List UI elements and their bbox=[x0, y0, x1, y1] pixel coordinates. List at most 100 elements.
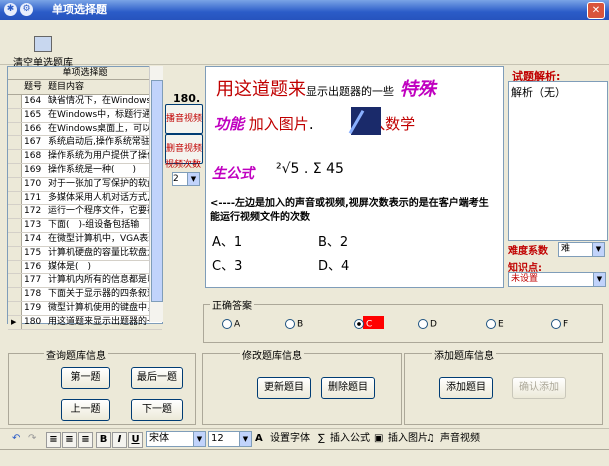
row-selector[interactable] bbox=[8, 191, 22, 205]
image-icon[interactable]: ▣ bbox=[374, 432, 383, 446]
answer-radio-f[interactable]: F bbox=[551, 319, 568, 330]
table-row[interactable]: 179 微型计算机使用的键盘中， bbox=[8, 301, 162, 316]
table-row[interactable]: 170 对于一张加了写保护的软盘 bbox=[8, 177, 162, 192]
insert-image-button[interactable]: 插入图片 bbox=[388, 432, 428, 446]
inserted-image bbox=[351, 107, 381, 135]
radio-circle[interactable] bbox=[486, 319, 496, 329]
row-selector[interactable] bbox=[8, 95, 22, 108]
row-selector[interactable] bbox=[8, 260, 22, 274]
table-row[interactable]: 165 在Windows中，标题行通 bbox=[8, 108, 162, 123]
play-audio-video-button[interactable]: 播音视频 bbox=[165, 104, 203, 134]
previous-question-button[interactable]: 上一题 bbox=[61, 399, 110, 421]
row-selector[interactable] bbox=[8, 150, 22, 163]
insert-formula-button[interactable]: 插入公式 bbox=[330, 432, 370, 446]
table-row[interactable]: 173 下面( )-组设备包括输 bbox=[8, 219, 162, 233]
italic-icon[interactable]: I bbox=[112, 432, 127, 448]
next-question-button[interactable]: 下一题 bbox=[131, 399, 183, 421]
row-selector[interactable] bbox=[8, 205, 22, 219]
radio-circle[interactable] bbox=[551, 319, 561, 329]
difficulty-select[interactable]: 难 ▼ bbox=[558, 242, 605, 257]
system-menu-icon[interactable]: ⚙ bbox=[20, 3, 33, 16]
row-selector[interactable] bbox=[8, 108, 22, 122]
column-header-id[interactable]: 题号 bbox=[24, 80, 42, 94]
row-selector[interactable] bbox=[8, 136, 22, 150]
video-times-select[interactable]: 2 ▼ bbox=[172, 172, 200, 186]
font-icon[interactable]: A bbox=[255, 432, 263, 446]
math-formula: ²√5 . Σ 45 bbox=[276, 161, 344, 177]
row-selector[interactable] bbox=[8, 122, 22, 136]
add-question-button[interactable]: 添加题目 bbox=[439, 377, 493, 399]
row-content: 在微型计算机中，VGA表示 bbox=[48, 233, 154, 244]
row-content: 在Windows中，标题行通 bbox=[48, 109, 152, 120]
row-selector[interactable] bbox=[8, 301, 22, 315]
table-row[interactable]: 176 媒体是( ) bbox=[8, 260, 162, 275]
scrollbar-thumb[interactable] bbox=[151, 80, 163, 302]
formula-icon[interactable]: ∑ bbox=[318, 432, 325, 446]
underline-icon[interactable]: U bbox=[128, 432, 143, 448]
analysis-textbox[interactable]: 解析（无） bbox=[508, 81, 608, 241]
chevron-down-icon[interactable]: ▼ bbox=[193, 432, 205, 446]
question-grid[interactable]: 单项选择题 题号 题目内容 164 缺省情况下，在Windows 165 在Windo… bbox=[7, 66, 163, 330]
table-row[interactable]: 171 多媒体采用人机对话方式, bbox=[8, 191, 162, 206]
table-row[interactable]: 177 计算机内所有的信息都是以 bbox=[8, 274, 162, 289]
set-font-button[interactable]: 设置字体 bbox=[270, 432, 310, 446]
delete-question-button[interactable]: 删除题目 bbox=[321, 377, 375, 399]
row-selector[interactable] bbox=[8, 288, 22, 301]
align-left-icon[interactable]: ≡ bbox=[46, 432, 61, 448]
undo-icon[interactable]: ↶ bbox=[12, 432, 20, 446]
row-selector[interactable] bbox=[8, 315, 22, 329]
redo-icon[interactable]: ↷ bbox=[28, 432, 36, 446]
row-selector[interactable] bbox=[8, 163, 22, 177]
row-selector[interactable] bbox=[8, 177, 22, 191]
chevron-down-icon[interactable]: ▼ bbox=[239, 432, 251, 446]
table-row[interactable]: 175 计算机硬盘的容量比软盘大 bbox=[8, 246, 162, 261]
knowledge-point-select[interactable]: 未设置 ▼ bbox=[508, 272, 606, 287]
row-selector[interactable] bbox=[8, 274, 22, 288]
option-c: C、3 bbox=[212, 259, 243, 274]
first-question-button[interactable]: 第一题 bbox=[61, 367, 110, 389]
answer-radio-e[interactable]: E bbox=[486, 319, 504, 330]
row-selector[interactable] bbox=[8, 232, 22, 246]
answer-radio-b[interactable]: B bbox=[285, 319, 303, 330]
radio-circle[interactable] bbox=[285, 319, 295, 329]
table-row[interactable]: 167 系统启动后,操作系统常驻 bbox=[8, 136, 162, 151]
align-right-icon[interactable]: ≡ bbox=[78, 432, 93, 448]
clear-question-bank-button[interactable]: 清空单选题库 bbox=[8, 36, 78, 69]
audio-video-icon[interactable]: ♫ bbox=[426, 432, 435, 446]
table-row[interactable]: 174 在微型计算机中，VGA表示 bbox=[8, 232, 162, 247]
table-row[interactable]: 172 运行一个程序文件，它要被 bbox=[8, 205, 162, 220]
grid-scrollbar[interactable] bbox=[149, 66, 163, 322]
confirm-add-button[interactable]: 确认添加 bbox=[512, 377, 566, 399]
answer-radio-a[interactable]: A bbox=[222, 319, 240, 330]
answer-radio-c[interactable]: C bbox=[354, 319, 372, 330]
radio-circle[interactable] bbox=[418, 319, 428, 329]
chevron-down-icon[interactable]: ▼ bbox=[593, 273, 605, 286]
table-row[interactable]: 180 用这道题来显示出题器的一 bbox=[8, 315, 162, 330]
column-header-content[interactable]: 题目内容 bbox=[48, 80, 84, 94]
preview-title-small: 显示出题器的一些 bbox=[306, 85, 394, 98]
table-row[interactable]: 168 操作系统为用户提供了操作 bbox=[8, 150, 162, 164]
row-selector[interactable] bbox=[8, 246, 22, 260]
chevron-down-icon[interactable]: ▼ bbox=[187, 173, 199, 185]
table-row[interactable]: 169 操作系统是一种( ) bbox=[8, 163, 162, 178]
status-bar bbox=[0, 449, 609, 466]
font-name-select[interactable]: 宋体 ▼ bbox=[146, 431, 206, 447]
row-selector[interactable] bbox=[8, 219, 22, 232]
table-row[interactable]: 164 缺省情况下，在Windows bbox=[8, 95, 162, 109]
close-icon[interactable]: ✕ bbox=[587, 2, 605, 19]
preview-title-big: 用这道题来 bbox=[216, 79, 306, 100]
answer-radio-d[interactable]: D bbox=[418, 319, 437, 330]
chevron-down-icon[interactable]: ▼ bbox=[592, 243, 604, 256]
update-question-button[interactable]: 更新题目 bbox=[257, 377, 311, 399]
bold-icon[interactable]: B bbox=[96, 432, 111, 448]
table-row[interactable]: 166 在Windows桌面上，可以 bbox=[8, 122, 162, 137]
font-size-select[interactable]: 12 ▼ bbox=[208, 431, 252, 447]
table-row[interactable]: 178 下面关于显示器的四条叙述 bbox=[8, 288, 162, 302]
last-question-button[interactable]: 最后一题 bbox=[131, 367, 183, 389]
radio-circle[interactable] bbox=[354, 319, 364, 329]
audio-video-button[interactable]: 声音视频 bbox=[440, 432, 480, 446]
question-preview[interactable]: 用这道题来显示出题器的一些 特殊 功能 加入图片. 加入数学 生公式 ²√5 .… bbox=[205, 66, 504, 288]
row-content: 计算机内所有的信息都是以 bbox=[48, 275, 154, 286]
align-center-icon[interactable]: ≡ bbox=[62, 432, 77, 448]
radio-circle[interactable] bbox=[222, 319, 232, 329]
